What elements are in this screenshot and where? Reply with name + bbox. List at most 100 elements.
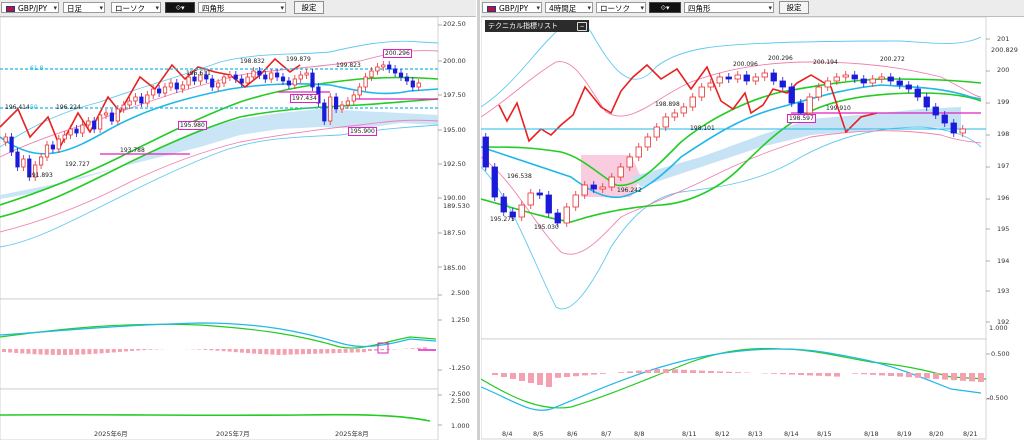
right-chart-style-select[interactable]: ローソク [596,2,646,13]
candle [869,78,876,84]
left-annotation-box: 200.296 [383,49,412,58]
right-y-tick: 200.829 [991,46,1018,54]
candle [797,102,804,114]
left-chart-toolbar: GBP/JPY 日足 ローソク ⟐▾ 四角形 設定 [0,0,476,17]
right-x-tick: 8/11 [682,430,697,438]
candle [127,100,132,106]
candle [545,194,552,214]
right-x-tick: 8/12 [715,430,730,438]
left-y-tick: 192.50 [443,160,466,168]
candle [626,156,633,168]
right-y-tick: 1.000 [989,324,1008,332]
macd-bar [528,373,534,383]
candle [151,88,156,96]
candle [788,86,795,104]
macd-bar [564,373,570,377]
candle [923,96,930,108]
macd-bar [203,349,208,350]
macd-bar [246,349,250,354]
candle [369,70,374,78]
candle [416,82,421,88]
macd-bar [2,349,6,352]
macd-bar [416,347,421,349]
macd-bar [81,349,86,355]
right-x-tick: 8/15 [817,430,832,438]
candle [21,158,26,168]
right-settings-button[interactable]: 設定 [779,1,809,14]
candle [860,78,867,84]
right-timeframe-select[interactable]: 4時間足 [545,2,593,13]
right-x-tick: 8/5 [533,430,544,438]
candle [304,72,309,76]
candle [322,102,327,122]
left-timeframe-select[interactable]: 日足 [63,2,105,13]
macd-bar [410,348,415,349]
candle [168,82,173,88]
macd-bar [117,349,122,352]
candle [887,76,894,82]
candle [233,74,238,80]
macd-bar [75,349,80,355]
macd-bar [264,349,269,355]
right-drawing-tool-icon[interactable]: ⟐▾ [649,2,681,13]
candle [959,128,966,134]
right-annotation: 196.242 [617,187,642,194]
left-chart-style-select[interactable]: ローソク [111,2,161,13]
right-chart-canvas[interactable] [481,17,1024,440]
right-x-tick: 8/20 [929,430,944,438]
left-chart-canvas[interactable] [0,17,476,440]
candle [905,84,912,90]
right-drawing-tool-select[interactable]: 四角形 [684,2,774,13]
left-annotation: 196.224 [56,104,81,111]
left-chart-panel: GBP/JPY 日足 ローソク ⟐▾ 四角形 設定 [0,0,476,440]
right-x-tick: 8/18 [864,430,879,438]
macd-bar [93,349,98,354]
left-drawing-tool-select[interactable]: 四角形 [198,2,286,13]
left-drawing-tool-icon[interactable]: ⟐▾ [165,2,195,13]
macd-bar [978,373,984,382]
right-symbol-select[interactable]: GBP/JPY [482,2,542,13]
left-annotation: 193.788 [120,147,145,154]
left-x-tick: 2025年8月 [335,430,369,438]
candle [74,128,79,134]
candle [274,72,280,78]
right-annotation: 198.898 [655,101,680,108]
left-settings-button[interactable]: 設定 [294,1,324,14]
candle [328,96,333,122]
left-annotation: 198.832 [240,58,265,65]
candle [572,194,579,208]
macd-bar [32,349,37,355]
candle [392,68,398,74]
candle [941,114,948,124]
candle [398,72,404,78]
macd-bar [44,349,49,355]
panel-divider[interactable] [477,0,480,440]
right-y-tick: 196 [997,194,1010,202]
left-x-tick: 2025年7月 [216,430,250,438]
left-y-tick: 1.250 [451,316,470,324]
candle [680,106,687,114]
technical-indicator-list-button[interactable]: テクニカル指標リスト − [485,20,589,32]
right-chart-panel: GBP/JPY 4時間足 ローソク ⟐▾ 四角形 設定 [481,0,1024,440]
candle [280,76,286,82]
macd-bar [600,373,606,374]
macd-bar [197,349,202,350]
macd-bar [56,349,61,355]
right-x-tick: 8/21 [963,430,978,438]
left-y-tick: 190.00 [443,194,466,202]
candle [518,204,525,218]
left-x-tick: 2025年6月 [94,430,128,438]
candle [245,76,250,84]
macd-bar [501,373,507,377]
macd-bar [789,373,795,375]
collapse-icon[interactable]: − [577,22,587,31]
macd-bar [233,349,238,353]
macd-bar [69,349,74,355]
left-y-tick: 2.500 [451,397,470,405]
macd-bar [555,373,561,378]
macd-bar [124,349,128,352]
candle [410,80,415,88]
left-symbol-select[interactable]: GBP/JPY [1,2,59,13]
macd-bar [26,349,31,354]
left-drawing-tool-label: 四角形 [202,4,225,13]
